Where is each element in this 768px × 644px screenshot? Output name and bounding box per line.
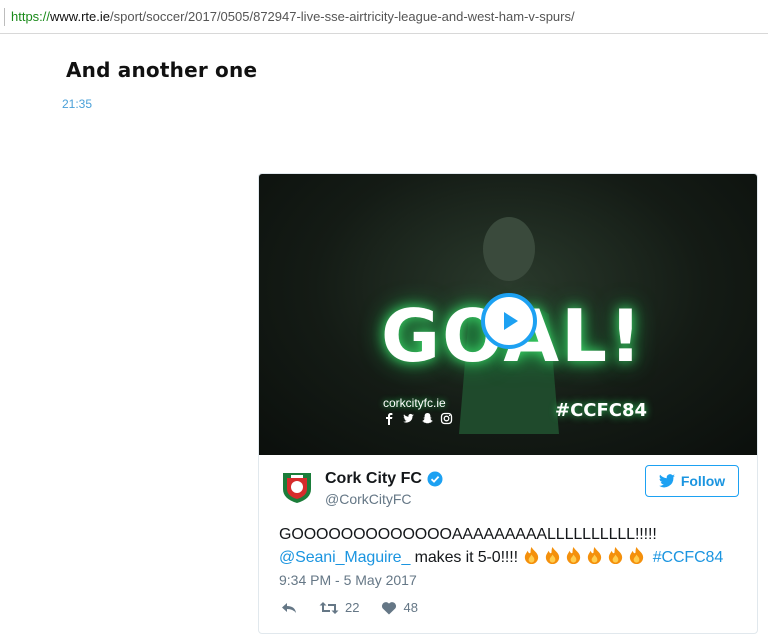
tweet-author: Cork City FC @CorkCityFC Follow [279,465,739,513]
reply-button[interactable] [281,601,297,615]
play-button[interactable] [481,293,537,349]
media-hashtag: #CCFC84 [555,400,648,421]
tweet-video[interactable]: GOAL! corkcityfc.ie #CCFC84 [259,174,757,455]
fire-emoji-group [522,546,648,566]
club-website-text: corkcityfc.ie [383,396,446,410]
tweet-timestamp[interactable]: 9:34 PM - 5 May 2017 [279,572,417,588]
mention-link[interactable]: @Seani_Maguire_ [279,549,410,566]
fire-icon [588,546,602,565]
follow-button[interactable]: Follow [645,465,739,497]
twitter-bird-icon [658,474,675,488]
club-crest-avatar[interactable] [279,469,315,505]
tweet-text-line1: GOOOOOOOOOOOOOAAAAAAAAALLLLLLLLLL!!!!! [279,526,657,543]
author-name-text: Cork City FC [325,470,422,487]
retweet-button[interactable]: 22 [319,600,359,615]
url-scheme: https:// [11,9,51,24]
tweet-text-mid: makes it 5-0!!!! [414,549,518,566]
tweet-text: GOOOOOOOOOOOOOAAAAAAAAALLLLLLLLLL!!!!! @… [279,523,749,569]
tweet-text-line2: @Seani_Maguire_ makes it 5-0!!!! #CCFC84 [279,546,749,569]
retweet-count: 22 [345,600,360,615]
fire-icon [630,546,644,565]
author-name[interactable]: Cork City FC [325,470,443,488]
follow-label: Follow [680,473,726,489]
fire-icon [546,546,560,565]
social-icons-row [383,412,453,425]
embedded-tweet: GOAL! corkcityfc.ie #CCFC84 Cork City FC [258,173,758,634]
verified-badge-icon [427,471,443,487]
heart-icon [382,601,397,614]
snapchat-icon [421,412,434,425]
facebook-icon [383,412,396,425]
instagram-icon [440,412,453,425]
tweet-actions: 22 48 [281,600,440,615]
hashtag-link[interactable]: #CCFC84 [653,549,724,566]
address-bar-divider [4,7,5,26]
play-icon [504,312,518,330]
twitter-icon [402,412,415,425]
like-button[interactable]: 48 [381,600,418,615]
url-path: /sport/soccer/2017/0505/872947-live-sse-… [110,9,575,24]
reply-icon [282,602,296,613]
address-bar[interactable]: https://www.rte.ie/sport/soccer/2017/050… [0,0,768,34]
post-time: 21:35 [62,97,93,111]
like-count: 48 [403,600,418,615]
fire-icon [567,546,581,565]
author-handle[interactable]: @CorkCityFC [325,491,412,507]
url-host: www.rte.ie [50,9,110,24]
retweet-icon [319,601,339,614]
fire-icon [609,546,623,565]
post-headline: And another one [66,58,258,82]
url-text[interactable]: https://www.rte.ie/sport/soccer/2017/050… [11,9,575,24]
fire-icon [525,546,539,565]
